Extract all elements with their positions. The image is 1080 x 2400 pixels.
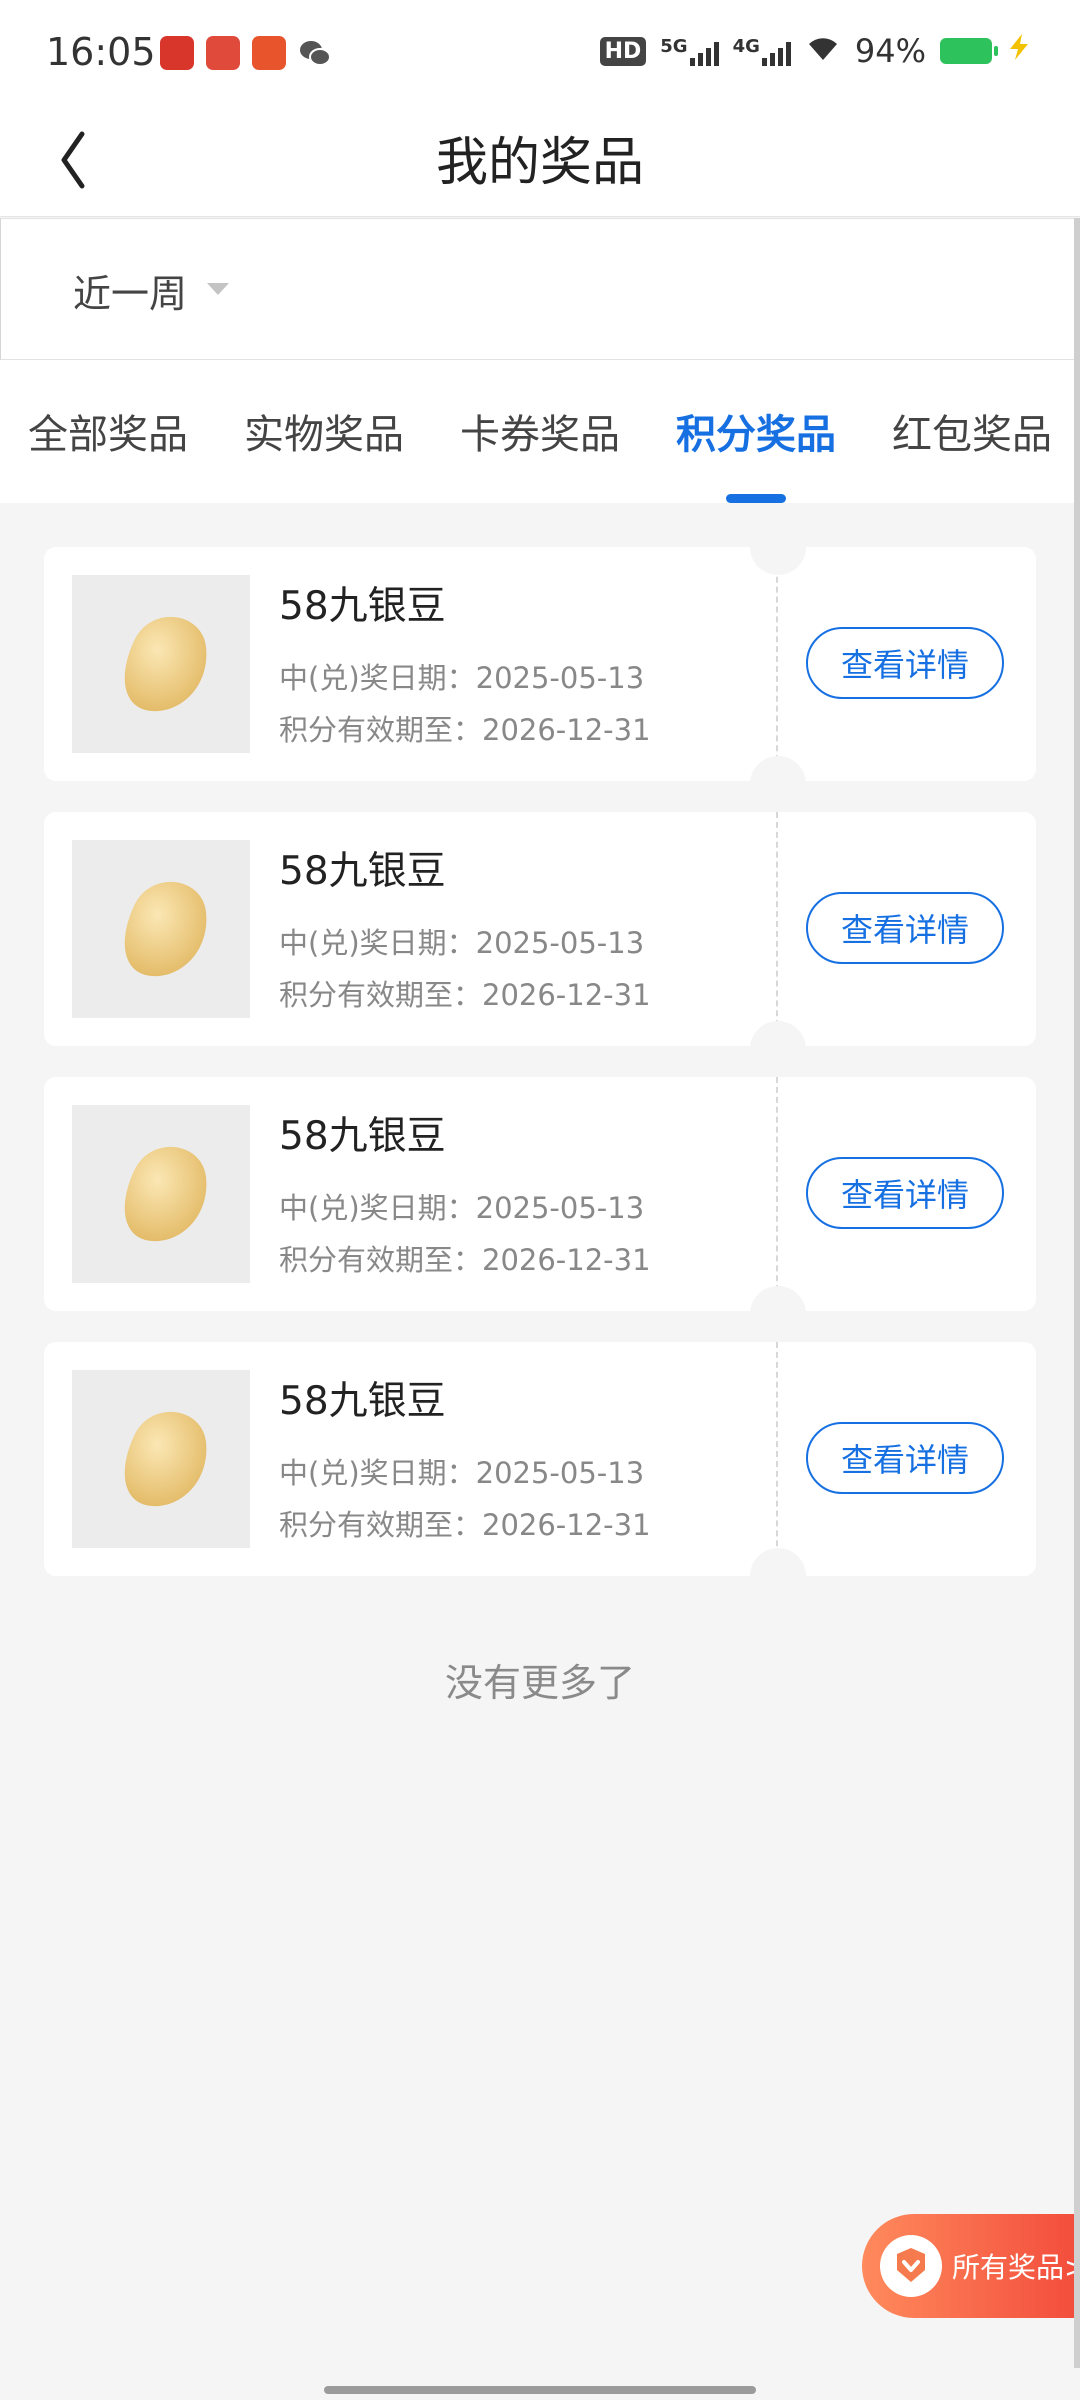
charging-icon bbox=[1006, 32, 1032, 70]
status-icons: HD 5G 4G 94% bbox=[599, 32, 1032, 70]
page-title: 我的奖品 bbox=[435, 133, 644, 193]
prize-image bbox=[72, 575, 250, 753]
prize-expiry: 积分有效期至：2026-12-31 bbox=[279, 1243, 651, 1277]
tab-all-prizes[interactable]: 全部奖品 bbox=[28, 402, 188, 460]
prize-name: 58九银豆 bbox=[279, 849, 446, 894]
ticket-notch bbox=[750, 1021, 806, 1077]
prize-name: 58九银豆 bbox=[279, 1114, 446, 1159]
card-divider bbox=[776, 1077, 778, 1311]
prize-tabs: 全部奖品 实物奖品 卡券奖品 积分奖品 红包奖品 bbox=[0, 360, 1080, 503]
ticket-notch bbox=[750, 1286, 806, 1342]
ticket-notch bbox=[750, 1548, 806, 1604]
scrollbar[interactable] bbox=[1074, 218, 1080, 2368]
network-4g-label: 4G bbox=[732, 36, 760, 57]
card-divider bbox=[776, 547, 778, 781]
period-filter[interactable]: 近一周 bbox=[0, 218, 1080, 360]
caret-down-icon[interactable] bbox=[207, 283, 229, 295]
card-divider bbox=[776, 1342, 778, 1576]
prize-card: 58九银豆 中(兑)奖日期：2025-05-13 积分有效期至：2026-12-… bbox=[44, 812, 1036, 1046]
tab-points-prizes[interactable]: 积分奖品 bbox=[676, 402, 836, 460]
view-details-button[interactable]: 查看详情 bbox=[806, 627, 1004, 699]
wechat-icon bbox=[298, 36, 332, 70]
prize-expiry: 积分有效期至：2026-12-31 bbox=[279, 1508, 651, 1542]
prize-name: 58九银豆 bbox=[279, 584, 446, 629]
app-notification-icon bbox=[160, 36, 194, 70]
ticket-notch bbox=[750, 519, 806, 575]
card-divider bbox=[776, 812, 778, 1046]
view-details-button[interactable]: 查看详情 bbox=[806, 1422, 1004, 1494]
tab-redpacket-prizes[interactable]: 红包奖品 bbox=[892, 402, 1052, 460]
app-notification-icon bbox=[252, 36, 286, 70]
status-bar: 16:05 HD 5G 4G 94% bbox=[0, 0, 1080, 106]
home-indicator[interactable] bbox=[324, 2386, 756, 2394]
app-notification-icon bbox=[206, 36, 240, 70]
prize-win-date: 中(兑)奖日期：2025-05-13 bbox=[279, 1456, 645, 1490]
prize-name: 58九银豆 bbox=[279, 1379, 446, 1424]
wifi-icon bbox=[805, 32, 841, 70]
signal-4g-icon: 4G bbox=[733, 36, 791, 66]
view-details-button[interactable]: 查看详情 bbox=[806, 1157, 1004, 1229]
prize-win-date: 中(兑)奖日期：2025-05-13 bbox=[279, 1191, 645, 1225]
hd-icon: HD bbox=[599, 36, 647, 66]
prize-win-date: 中(兑)奖日期：2025-05-13 bbox=[279, 926, 645, 960]
period-filter-label[interactable]: 近一周 bbox=[73, 263, 187, 318]
no-more-text: 没有更多了 bbox=[444, 1661, 635, 1705]
prize-card: 58九银豆 中(兑)奖日期：2025-05-13 积分有效期至：2026-12-… bbox=[44, 1077, 1036, 1311]
prize-badge-icon bbox=[880, 2235, 942, 2297]
prize-image bbox=[72, 1370, 250, 1548]
all-prizes-label[interactable]: 所有奖品> bbox=[952, 2246, 1080, 2286]
prize-expiry: 积分有效期至：2026-12-31 bbox=[279, 713, 651, 747]
tab-coupon-prizes[interactable]: 卡券奖品 bbox=[460, 402, 620, 460]
network-5g-label: 5G bbox=[660, 36, 688, 57]
signal-5g-icon: 5G bbox=[660, 36, 719, 66]
battery-percent: 94% bbox=[854, 32, 926, 70]
app-header: 我的奖品 bbox=[0, 106, 1080, 217]
prize-image bbox=[72, 840, 250, 1018]
battery-icon bbox=[940, 38, 998, 64]
status-time: 16:05 bbox=[46, 30, 156, 74]
ticket-notch bbox=[750, 756, 806, 812]
prize-win-date: 中(兑)奖日期：2025-05-13 bbox=[279, 661, 645, 695]
active-tab-indicator bbox=[726, 494, 786, 503]
prize-expiry: 积分有效期至：2026-12-31 bbox=[279, 978, 651, 1012]
all-prizes-floating-button[interactable]: 所有奖品> bbox=[862, 2214, 1080, 2318]
tab-physical-prizes[interactable]: 实物奖品 bbox=[244, 402, 404, 460]
view-details-button[interactable]: 查看详情 bbox=[806, 892, 1004, 964]
prize-card: 58九银豆 中(兑)奖日期：2025-05-13 积分有效期至：2026-12-… bbox=[44, 1342, 1036, 1576]
prize-image bbox=[72, 1105, 250, 1283]
prize-card: 58九银豆 中(兑)奖日期：2025-05-13 积分有效期至：2026-12-… bbox=[44, 547, 1036, 781]
